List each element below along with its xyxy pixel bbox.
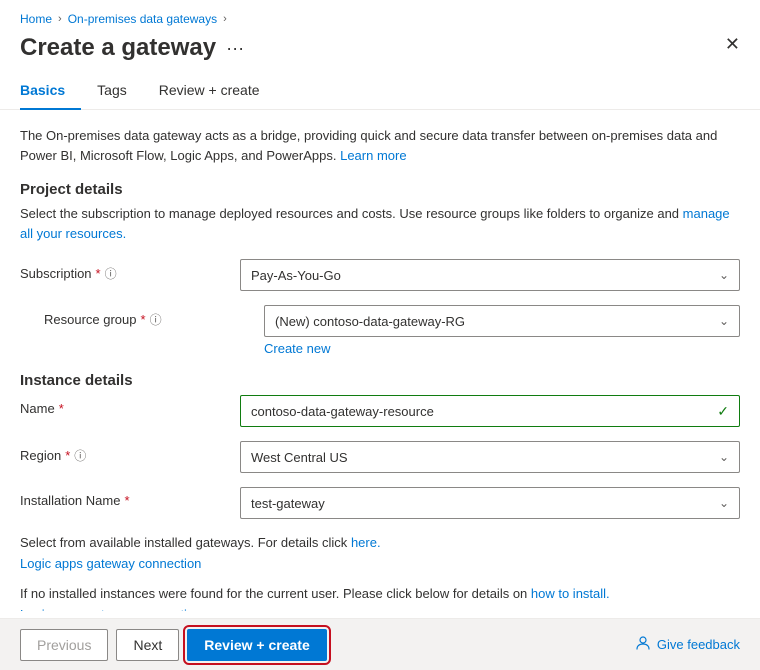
project-details-desc: Select the subscription to manage deploy… bbox=[20, 204, 740, 243]
subscription-label: Subscription * ⓘ bbox=[20, 259, 240, 282]
resource-group-label: Resource group * ⓘ bbox=[44, 305, 264, 328]
description-text: The On-premises data gateway acts as a b… bbox=[20, 126, 740, 165]
breadcrumb-section[interactable]: On-premises data gateways bbox=[68, 12, 217, 26]
instance-details-title: Instance details bbox=[20, 372, 740, 389]
name-required: * bbox=[59, 401, 64, 416]
page-header: Create a gateway ··· ✕ bbox=[0, 34, 760, 74]
tab-review-create[interactable]: Review + create bbox=[143, 74, 276, 110]
resource-group-required: * bbox=[141, 312, 146, 327]
give-feedback-label: Give feedback bbox=[657, 637, 740, 652]
name-control: contoso-data-gateway-resource ✓ bbox=[240, 395, 740, 427]
region-control: West Central US ⌄ bbox=[240, 441, 740, 473]
resource-group-dropdown-arrow: ⌄ bbox=[719, 314, 729, 328]
tab-bar: Basics Tags Review + create bbox=[0, 74, 760, 110]
note-line1: Select from available installed gateways… bbox=[20, 535, 740, 550]
name-label: Name * bbox=[20, 395, 240, 416]
logic-apps-link-2[interactable]: Logic apps gateway connection bbox=[20, 607, 201, 611]
installation-name-required: * bbox=[124, 493, 129, 508]
region-required: * bbox=[65, 448, 70, 463]
breadcrumb-chevron1: › bbox=[58, 13, 62, 25]
header-left: Create a gateway ··· bbox=[20, 34, 244, 62]
region-label: Region * ⓘ bbox=[20, 441, 240, 464]
main-content: The On-premises data gateway acts as a b… bbox=[0, 126, 760, 611]
footer: Previous Next Review + create Give feedb… bbox=[0, 618, 760, 670]
name-dropdown[interactable]: contoso-data-gateway-resource ✓ bbox=[240, 395, 740, 427]
more-options-icon[interactable]: ··· bbox=[226, 38, 244, 59]
feedback-icon bbox=[635, 635, 651, 654]
name-value: contoso-data-gateway-resource bbox=[251, 404, 434, 419]
review-create-button[interactable]: Review + create bbox=[187, 629, 326, 661]
manage-resources-link[interactable]: manage all your resources. bbox=[20, 206, 730, 241]
resource-group-info-icon[interactable]: ⓘ bbox=[150, 311, 162, 328]
note-line2: If no installed instances were found for… bbox=[20, 586, 740, 601]
region-value: West Central US bbox=[251, 450, 348, 465]
breadcrumb: Home › On-premises data gateways › bbox=[0, 0, 760, 34]
instance-details-section: Instance details Name * contoso-data-gat… bbox=[20, 372, 740, 519]
tab-tags[interactable]: Tags bbox=[81, 74, 143, 110]
region-row: Region * ⓘ West Central US ⌄ bbox=[20, 441, 740, 473]
subscription-row: Subscription * ⓘ Pay-As-You-Go ⌄ bbox=[20, 259, 740, 291]
how-to-install-link[interactable]: how to install. bbox=[531, 586, 610, 601]
name-valid-icon: ✓ bbox=[717, 403, 729, 420]
next-button[interactable]: Next bbox=[116, 629, 179, 661]
page-title: Create a gateway bbox=[20, 34, 216, 62]
region-dropdown-arrow: ⌄ bbox=[719, 450, 729, 464]
region-info-icon[interactable]: ⓘ bbox=[74, 447, 86, 464]
installation-name-dropdown-arrow: ⌄ bbox=[719, 496, 729, 510]
learn-more-link[interactable]: Learn more bbox=[340, 148, 406, 163]
name-row: Name * contoso-data-gateway-resource ✓ bbox=[20, 395, 740, 427]
project-details-section: Project details Select the subscription … bbox=[20, 181, 740, 356]
subscription-dropdown[interactable]: Pay-As-You-Go ⌄ bbox=[240, 259, 740, 291]
subscription-dropdown-arrow: ⌄ bbox=[719, 268, 729, 282]
resource-group-dropdown[interactable]: (New) contoso-data-gateway-RG ⌄ bbox=[264, 305, 740, 337]
region-dropdown[interactable]: West Central US ⌄ bbox=[240, 441, 740, 473]
breadcrumb-chevron2: › bbox=[223, 13, 227, 25]
resource-group-control: (New) contoso-data-gateway-RG ⌄ Create n… bbox=[264, 305, 740, 356]
previous-button[interactable]: Previous bbox=[20, 629, 108, 661]
close-icon[interactable]: ✕ bbox=[725, 34, 740, 55]
resource-group-row: Resource group * ⓘ (New) contoso-data-ga… bbox=[44, 305, 740, 356]
installation-name-value: test-gateway bbox=[251, 496, 325, 511]
installation-name-label: Installation Name * bbox=[20, 487, 240, 508]
give-feedback-button[interactable]: Give feedback bbox=[635, 635, 740, 654]
logic-apps-link-1[interactable]: Logic apps gateway connection bbox=[20, 556, 201, 571]
resource-group-value: (New) contoso-data-gateway-RG bbox=[275, 314, 465, 329]
notes-section: Select from available installed gateways… bbox=[20, 535, 740, 611]
installation-name-row: Installation Name * test-gateway ⌄ bbox=[20, 487, 740, 519]
subscription-value: Pay-As-You-Go bbox=[251, 268, 341, 283]
installation-name-dropdown[interactable]: test-gateway ⌄ bbox=[240, 487, 740, 519]
subscription-info-icon[interactable]: ⓘ bbox=[105, 265, 117, 282]
breadcrumb-home[interactable]: Home bbox=[20, 12, 52, 26]
subscription-required: * bbox=[96, 266, 101, 281]
tab-basics[interactable]: Basics bbox=[20, 74, 81, 110]
installation-name-control: test-gateway ⌄ bbox=[240, 487, 740, 519]
create-new-link[interactable]: Create new bbox=[264, 341, 330, 356]
subscription-control: Pay-As-You-Go ⌄ bbox=[240, 259, 740, 291]
here-link[interactable]: here. bbox=[351, 535, 381, 550]
project-details-title: Project details bbox=[20, 181, 740, 198]
